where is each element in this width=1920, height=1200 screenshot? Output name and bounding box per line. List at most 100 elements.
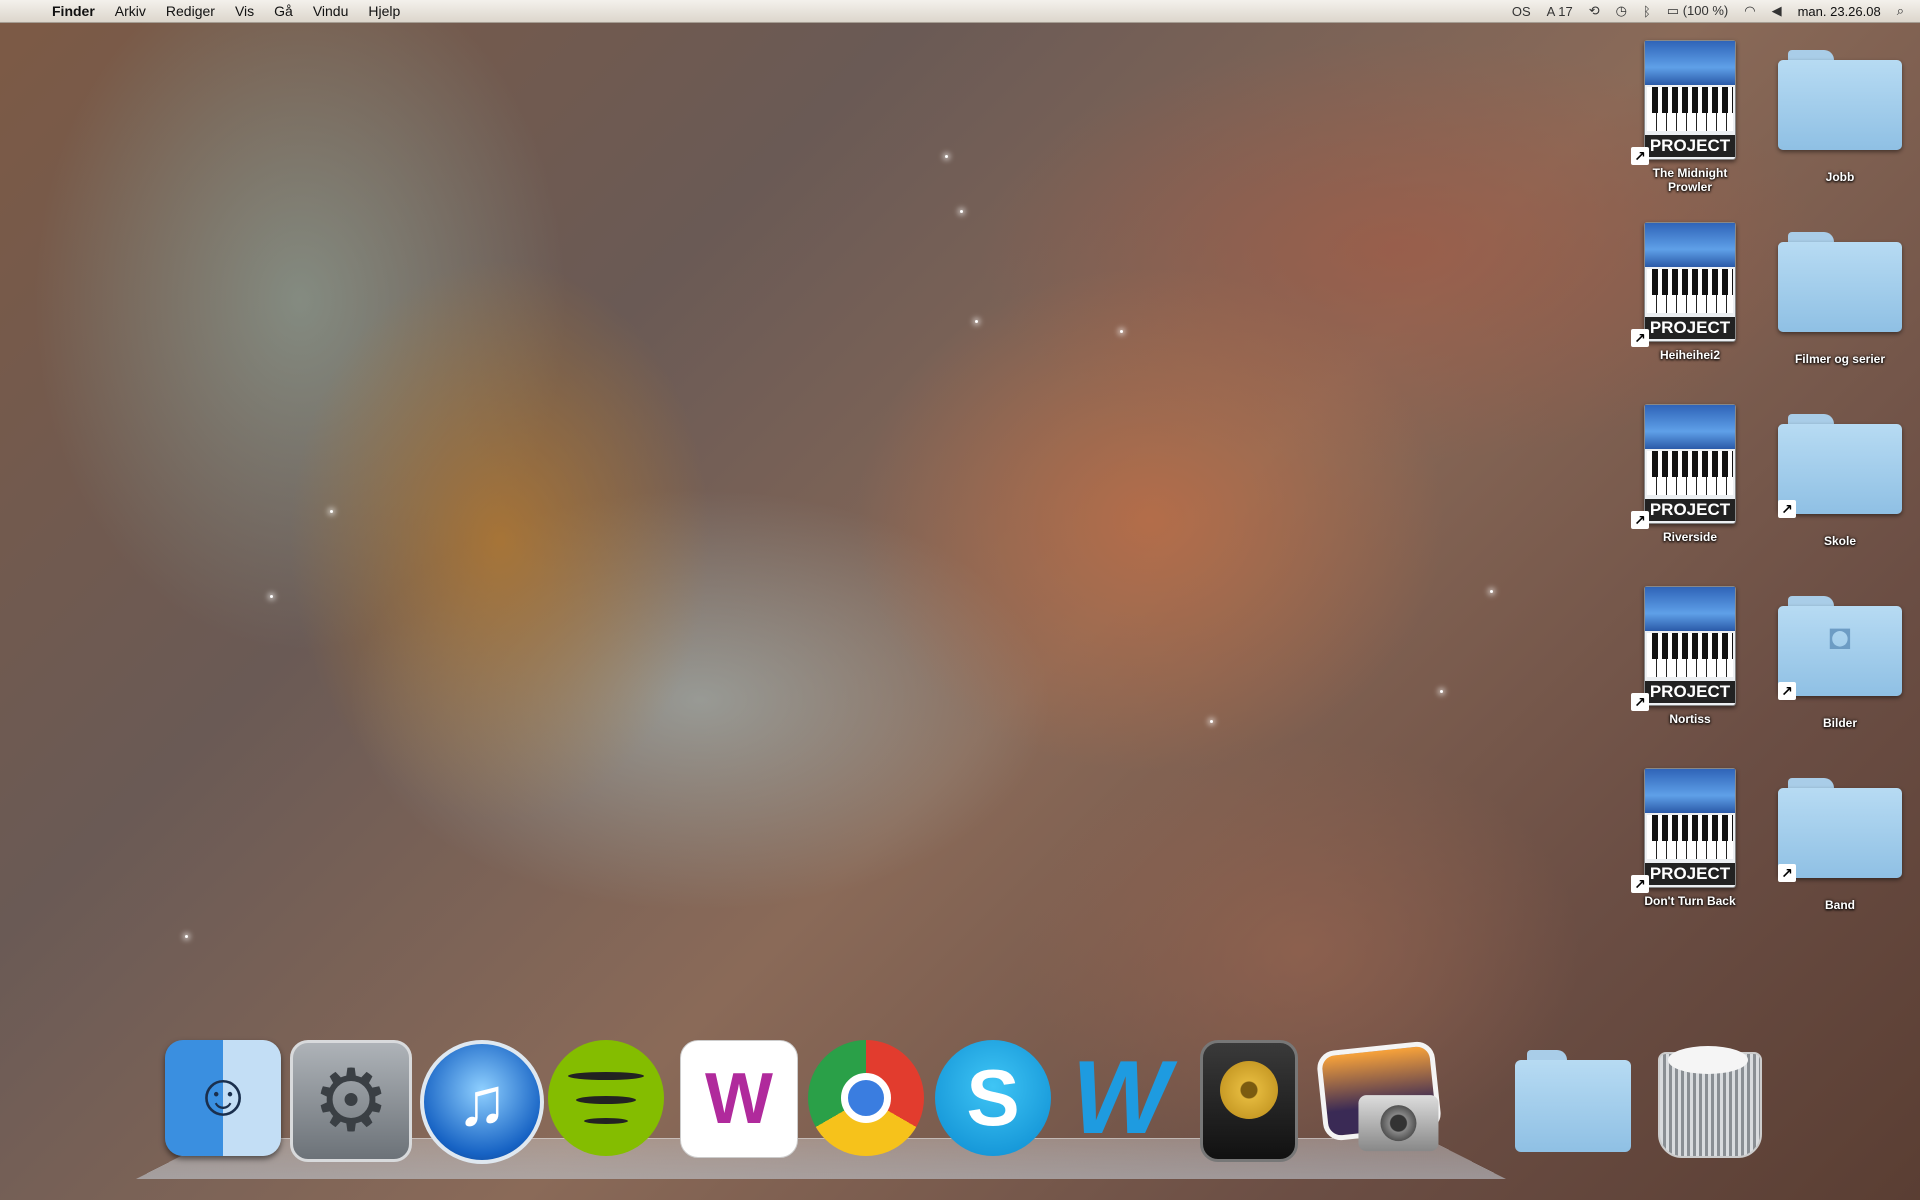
star <box>1440 690 1443 693</box>
dock-spotify-icon[interactable] <box>548 1040 664 1156</box>
chrome-center <box>841 1073 891 1123</box>
project-badge: PROJECT <box>1645 681 1735 703</box>
folder-icon <box>1778 50 1902 150</box>
star <box>185 935 188 938</box>
keyboard-graphic <box>1647 269 1733 313</box>
alias-arrow-icon: ↗ <box>1631 511 1649 529</box>
folder-icon <box>1778 232 1902 332</box>
clock[interactable]: man. 23.26.08 <box>1798 4 1881 19</box>
desktop-project-icon[interactable]: PROJECT ↗ Nortiss <box>1625 586 1755 726</box>
alias-arrow-icon: ↗ <box>1778 682 1796 700</box>
star <box>270 595 273 598</box>
project-badge: PROJECT <box>1645 135 1735 157</box>
alias-arrow-icon: ↗ <box>1631 875 1649 893</box>
desktop-project-icon[interactable]: PROJECT ↗ Heiheihei2 <box>1625 222 1755 362</box>
desktop-folder[interactable]: Filmer og serier <box>1775 232 1905 366</box>
menu-vindu[interactable]: Vindu <box>313 3 349 19</box>
menu-vis[interactable]: Vis <box>235 3 254 19</box>
wifi-icon[interactable]: ◠ <box>1744 3 1755 19</box>
desktop-folder[interactable]: ↗ Skole <box>1775 414 1905 548</box>
dock-documents-folder-icon[interactable] <box>1515 1040 1631 1156</box>
desktop-folder[interactable]: ◘ ↗ Bilder <box>1775 596 1905 730</box>
menu-finder[interactable]: Finder <box>52 3 95 19</box>
font-icon: A <box>1546 3 1555 19</box>
spotify-wave <box>568 1072 644 1080</box>
desktop-project-icon[interactable]: PROJECT ↗ The Midnight Prowler <box>1625 40 1755 194</box>
waveform-graphic <box>1645 587 1735 631</box>
menu-rediger[interactable]: Rediger <box>166 3 215 19</box>
battery-icon: ▭ <box>1666 3 1680 18</box>
folder-icon: ↗ <box>1778 778 1902 882</box>
star <box>960 210 963 213</box>
desktop-icon-label: Filmer og serier <box>1794 352 1886 366</box>
word-logo: W <box>1071 1040 1171 1156</box>
star <box>1210 720 1213 723</box>
menu-bar: Finder Arkiv Rediger Vis Gå Vindu Hjelp … <box>0 0 1920 23</box>
skype-logo: S <box>966 1053 1020 1142</box>
logic-project-icon: PROJECT ↗ <box>1631 768 1736 893</box>
desktop-icon-label: Jobb <box>1825 170 1855 184</box>
desktop-icon-label: Bilder <box>1822 716 1857 730</box>
desktop-icon-label: Skole <box>1823 534 1856 548</box>
desktop-icon-label: Band <box>1825 898 1855 912</box>
project-badge: PROJECT <box>1645 863 1735 885</box>
dock-skype-icon[interactable]: S <box>935 1040 1051 1156</box>
spotlight-search-icon[interactable]: ⌕ <box>1897 3 1904 19</box>
dock-trash-icon[interactable] <box>1650 1040 1766 1158</box>
pictures-folder-icon: ◘ ↗ <box>1778 596 1902 700</box>
menu-hjelp[interactable]: Hjelp <box>368 3 400 19</box>
volume-icon[interactable]: ◀ <box>1772 3 1782 19</box>
waveform-graphic <box>1645 769 1735 813</box>
camera-icon <box>1358 1095 1439 1152</box>
spotify-wave <box>584 1118 628 1124</box>
bluetooth-icon[interactable]: ᛒ <box>1643 4 1651 19</box>
dock-winamp-icon[interactable]: W <box>680 1040 798 1158</box>
dock: ☺ ⚙ ♫ W S W <box>0 1040 1920 1200</box>
desktop-icon-label: The Midnight Prowler <box>1652 166 1728 194</box>
project-badge: PROJECT <box>1645 317 1735 339</box>
battery-status[interactable]: ▭ (100 %) <box>1667 3 1728 19</box>
star <box>1120 330 1123 333</box>
dock-word-icon[interactable]: W <box>1063 1040 1179 1156</box>
notification-count: 17 <box>1558 3 1573 19</box>
logic-project-icon: PROJECT ↗ <box>1631 222 1736 347</box>
time-machine-icon[interactable]: ◷ <box>1616 3 1627 19</box>
waveform-graphic <box>1645 41 1735 85</box>
logic-project-icon: PROJECT ↗ <box>1631 40 1736 165</box>
dock-iphoto-icon[interactable] <box>1315 1040 1443 1152</box>
alias-arrow-icon: ↗ <box>1778 864 1796 882</box>
alias-arrow-icon: ↗ <box>1631 147 1649 165</box>
star <box>975 320 978 323</box>
desktop-project-icon[interactable]: PROJECT ↗ Don't Turn Back <box>1625 768 1755 908</box>
dock-system-preferences-icon[interactable]: ⚙ <box>290 1040 412 1162</box>
winamp-logo: W <box>705 1059 773 1139</box>
spotify-wave <box>576 1096 636 1104</box>
menu-arkiv[interactable]: Arkiv <box>115 3 146 19</box>
keyboard-graphic <box>1647 633 1733 677</box>
music-note-icon: ♫ <box>456 1064 508 1140</box>
notification-status[interactable]: A 17 <box>1547 4 1573 19</box>
input-source-status[interactable]: OS <box>1512 4 1531 19</box>
dock-logic-icon[interactable] <box>1200 1040 1298 1162</box>
status-area: OS A 17 ⟲ ◷ ᛒ ▭ (100 %) ◠ ◀ man. 23.26.0… <box>1512 3 1920 19</box>
keyboard-graphic <box>1647 815 1733 859</box>
star <box>1490 590 1493 593</box>
menu-ga[interactable]: Gå <box>274 3 293 19</box>
desktop-icon-label: Riverside <box>1662 530 1718 544</box>
dock-chrome-icon[interactable] <box>808 1040 924 1156</box>
desktop-project-icon[interactable]: PROJECT ↗ Riverside <box>1625 404 1755 544</box>
battery-percent: (100 %) <box>1682 3 1729 18</box>
gear-icon: ⚙ <box>312 1053 390 1149</box>
folder-body <box>1778 60 1902 150</box>
alias-arrow-icon: ↗ <box>1778 500 1796 518</box>
dock-itunes-icon[interactable]: ♫ <box>420 1040 544 1164</box>
project-badge: PROJECT <box>1645 499 1735 521</box>
dock-finder-icon[interactable]: ☺ <box>165 1040 281 1156</box>
desktop-icon-label: Don't Turn Back <box>1644 894 1736 908</box>
folder-body <box>1778 242 1902 332</box>
keyboard-graphic <box>1647 87 1733 131</box>
sync-icon[interactable]: ⟲ <box>1589 3 1600 19</box>
desktop-folder[interactable]: ↗ Band <box>1775 778 1905 912</box>
finder-face: ☺ <box>192 1061 254 1128</box>
desktop-folder[interactable]: Jobb <box>1775 50 1905 184</box>
